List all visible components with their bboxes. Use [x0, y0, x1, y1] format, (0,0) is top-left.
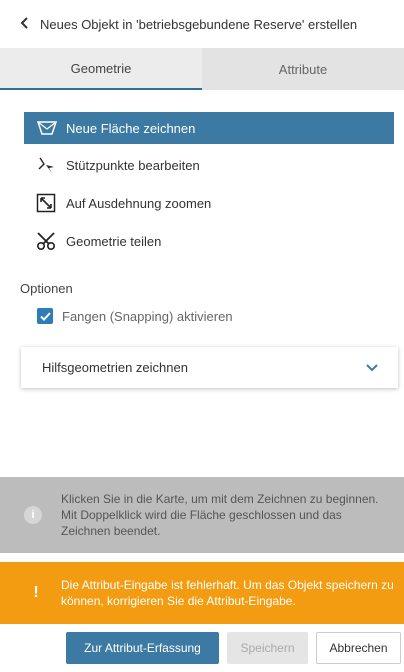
checkbox-checked-icon[interactable] [37, 308, 53, 324]
tool-label: Neue Fläche zeichnen [66, 120, 196, 136]
snapping-checkbox-row[interactable]: Fangen (Snapping) aktivieren [37, 308, 233, 324]
tool-label: Auf Ausdehnung zoomen [66, 195, 212, 211]
tool-label: Stützpunkte bearbeiten [66, 157, 200, 173]
tab-bar: Geometrie Attribute [0, 48, 404, 90]
snapping-label: Fangen (Snapping) aktivieren [62, 308, 233, 324]
tab-geometrie[interactable]: Geometrie [0, 48, 202, 90]
cancel-button[interactable]: Abbrechen [316, 632, 401, 664]
info-text: Klicken Sie in die Karte, um mit dem Zei… [61, 492, 379, 538]
polygon-draw-icon [36, 120, 62, 136]
panel-title: Neues Objekt in 'betriebsgebundene Reser… [40, 16, 358, 32]
options-heading: Optionen [20, 281, 73, 296]
auxiliary-geometries-accordion[interactable]: Hilfsgeometrien zeichnen [21, 347, 398, 388]
info-message-box: i Klicken Sie in die Karte, um mit dem Z… [0, 477, 404, 553]
accordion-label: Hilfsgeometrien zeichnen [42, 360, 188, 375]
tool-split-geometry[interactable]: Geometrie teilen [24, 225, 394, 257]
panel-header: Neues Objekt in 'betriebsgebundene Reser… [0, 0, 404, 48]
zoom-extent-icon [36, 193, 62, 213]
tool-zoom-extent[interactable]: Auf Ausdehnung zoomen [24, 187, 394, 219]
chevron-left-icon[interactable] [0, 16, 40, 33]
warning-message-box: ! Die Attribut-Eingabe ist fehlerhaft. U… [0, 562, 404, 624]
tool-label: Geometrie teilen [66, 233, 162, 249]
warning-text: Die Attribut-Eingabe ist fehlerhaft. Um … [61, 578, 394, 608]
tab-attribute[interactable]: Attribute [202, 48, 404, 90]
scissors-icon [36, 231, 62, 251]
edit-vertices-icon [36, 155, 62, 175]
tool-new-area[interactable]: Neue Fläche zeichnen [24, 112, 394, 144]
info-icon: i [24, 506, 42, 524]
tool-edit-vertices[interactable]: Stützpunkte bearbeiten [24, 149, 394, 181]
save-button[interactable]: Speichern [227, 632, 308, 664]
warning-icon: ! [33, 584, 39, 601]
attribute-capture-button[interactable]: Zur Attribut-Erfassung [66, 632, 219, 664]
chevron-down-icon[interactable] [366, 360, 378, 375]
